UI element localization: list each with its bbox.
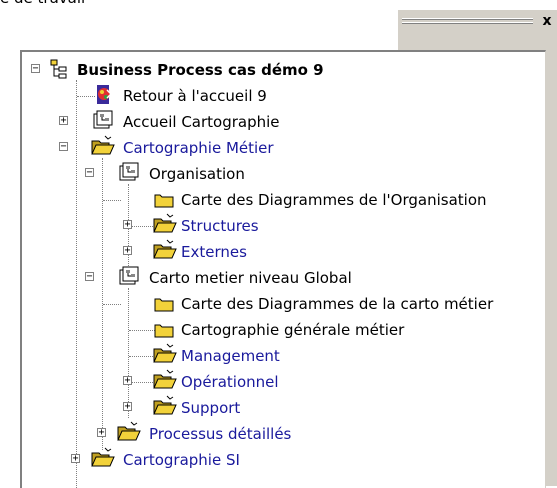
tree-item-label[interactable]: Retour à l'accueil 9	[123, 86, 267, 106]
tree-item-label[interactable]: Carte des Diagrammes de la carto métier	[181, 294, 493, 314]
window-title-fragment: e de travail	[0, 0, 85, 8]
open-folder-icon	[153, 343, 177, 363]
tree-content: − Business Process cas démo 9 Retour à l…	[22, 52, 545, 488]
drag-grip[interactable]	[402, 22, 533, 24]
tree-item-label[interactable]: Management	[181, 346, 280, 366]
map-card-icon	[154, 324, 174, 338]
tree-item-label[interactable]: Carto metier niveau Global	[149, 268, 352, 288]
close-button[interactable]: x	[539, 12, 555, 30]
diagram-folder-icon	[119, 162, 139, 181]
tree-root-label[interactable]: Business Process cas démo 9	[77, 60, 324, 80]
tree-connector	[103, 200, 121, 201]
collapse-toggle[interactable]: −	[85, 168, 94, 178]
tree-item-label[interactable]: Cartographie SI	[123, 450, 240, 470]
app-home-icon	[97, 85, 113, 104]
tree-item-label[interactable]: Cartographie générale métier	[181, 320, 404, 340]
tree-item-label[interactable]: Processus détaillés	[149, 424, 291, 444]
diagram-folder-icon	[93, 110, 113, 129]
open-folder-icon	[153, 213, 177, 233]
collapse-toggle[interactable]: −	[31, 64, 40, 74]
tree-item-label[interactable]: Cartographie Métier	[123, 138, 274, 158]
expand-toggle[interactable]: +	[97, 428, 106, 438]
collapse-toggle[interactable]: −	[59, 142, 68, 152]
expand-toggle[interactable]: +	[123, 220, 132, 230]
expand-toggle[interactable]: +	[123, 376, 132, 386]
tree-structure-icon	[50, 59, 67, 79]
tree-item-label[interactable]: Support	[181, 398, 240, 418]
expand-toggle[interactable]: +	[59, 116, 68, 126]
panel-header: x	[398, 10, 557, 34]
tree-item-label[interactable]: Structures	[181, 216, 259, 236]
expand-toggle[interactable]: +	[123, 402, 132, 412]
tree-connector	[76, 80, 77, 488]
map-card-icon	[154, 298, 174, 312]
open-folder-icon	[117, 421, 141, 441]
tree-item-label[interactable]: Organisation	[149, 164, 245, 184]
tree-item-label[interactable]: Opérationnel	[181, 372, 279, 392]
open-folder-icon	[91, 135, 115, 155]
diagram-folder-icon	[119, 266, 139, 285]
collapse-toggle[interactable]: −	[85, 272, 94, 282]
tree-view[interactable]: − Business Process cas démo 9 Retour à l…	[20, 50, 546, 488]
open-folder-icon	[153, 369, 177, 389]
expand-toggle[interactable]: +	[123, 246, 132, 256]
expand-toggle[interactable]: +	[71, 454, 80, 464]
tree-connector	[103, 304, 121, 305]
open-folder-icon	[153, 395, 177, 415]
drag-grip[interactable]	[402, 18, 533, 20]
open-folder-icon	[153, 239, 177, 259]
open-folder-icon	[91, 447, 115, 467]
tree-connector	[128, 288, 129, 418]
tree-item-label[interactable]: Externes	[181, 242, 247, 262]
tree-item-label[interactable]: Accueil Cartographie	[123, 112, 280, 132]
tree-item-label[interactable]: Carte des Diagrammes de l'Organisation	[181, 190, 487, 210]
map-card-icon	[154, 194, 174, 208]
